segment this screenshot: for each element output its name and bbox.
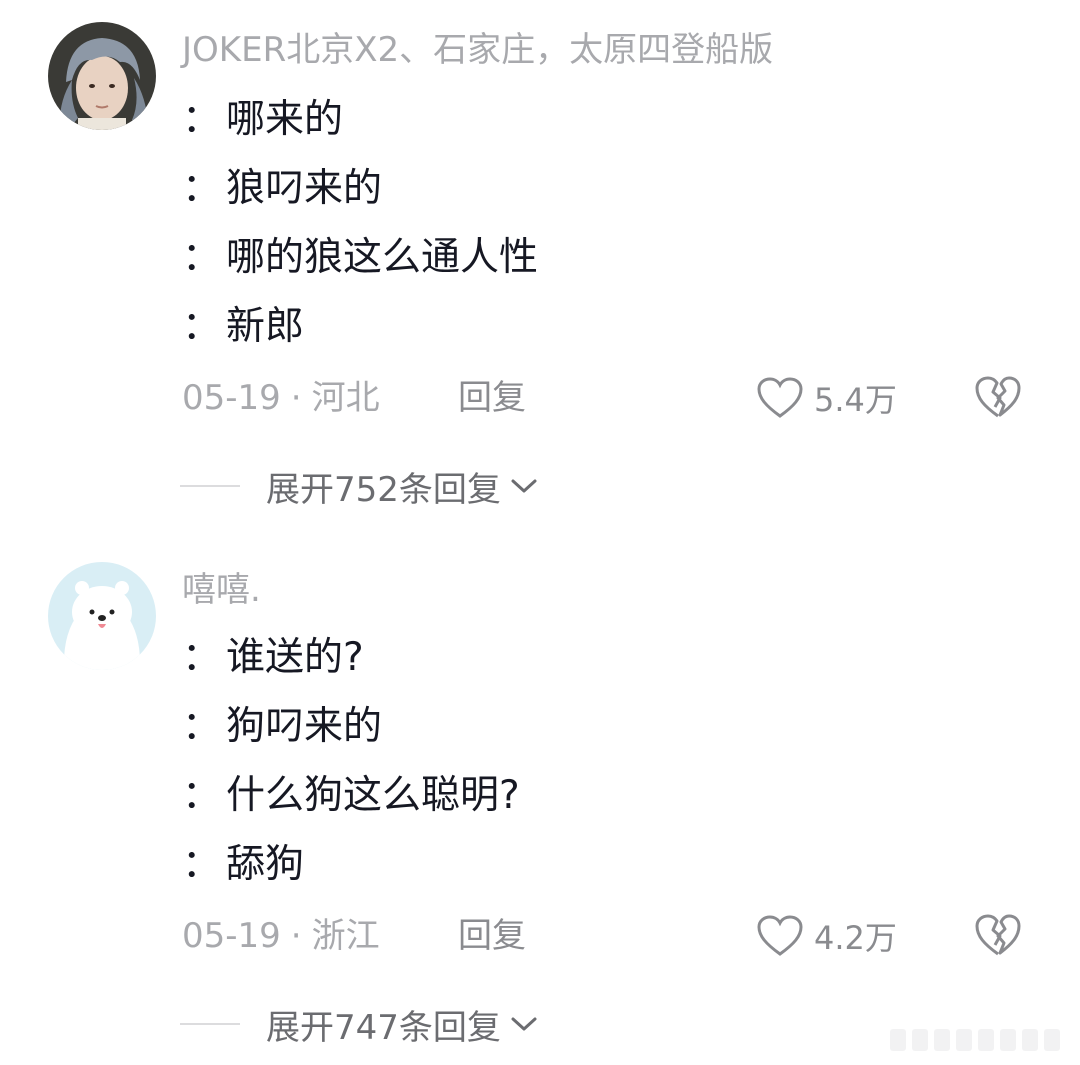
- watermark-glyph: [934, 1029, 950, 1051]
- watermark-glyph: [1044, 1029, 1060, 1051]
- comment-line-text: 狗叼来的: [226, 704, 383, 749]
- like-count: 5.4万: [814, 381, 897, 419]
- comment-date: 05-19: [182, 378, 281, 418]
- avatar[interactable]: [48, 22, 156, 130]
- expand-replies[interactable]: 展开747条回复: [180, 1002, 539, 1048]
- line-prefix: ：: [182, 842, 222, 887]
- comment-location: 河北: [311, 378, 380, 418]
- comment-line-text: 什么狗这么聪明?: [226, 773, 520, 818]
- line-prefix: ：: [182, 235, 222, 280]
- comment-line: ：什么狗这么聪明?: [182, 770, 520, 822]
- comment-username[interactable]: 嘻嘻.: [182, 568, 261, 612]
- dislike-button[interactable]: [974, 912, 1022, 960]
- chevron-down-icon: [511, 479, 537, 493]
- line-prefix: ：: [182, 773, 222, 818]
- watermark-glyph: [956, 1029, 972, 1051]
- watermark-glyph: [912, 1029, 928, 1051]
- expand-replies-label: 展开747条回复: [266, 1007, 501, 1048]
- comment-line-text: 谁送的?: [226, 635, 364, 680]
- comment-meta: 05-19 · 河北: [182, 376, 380, 420]
- comment-line: ：哪来的: [182, 94, 343, 146]
- comment-line-text: 哪来的: [226, 97, 344, 142]
- line-prefix: ：: [182, 97, 222, 142]
- watermark: [890, 1026, 1070, 1054]
- line-prefix: ：: [182, 304, 222, 349]
- chevron-down-icon: [511, 1017, 537, 1031]
- broken-heart-icon: [975, 376, 1021, 418]
- comment-line: ：谁送的?: [182, 632, 364, 684]
- divider: [180, 1023, 240, 1025]
- watermark-glyph: [1000, 1029, 1016, 1051]
- watermark-glyph: [890, 1029, 906, 1051]
- comment-line: ：狗叼来的: [182, 701, 382, 753]
- meta-separator: ·: [290, 916, 302, 956]
- line-prefix: ：: [182, 166, 222, 211]
- comment-meta: 05-19 · 浙江: [182, 914, 380, 958]
- watermark-glyph: [978, 1029, 994, 1051]
- line-prefix: ：: [182, 704, 222, 749]
- comment-line-text: 舔狗: [226, 842, 305, 887]
- heart-outline-icon: [757, 377, 803, 418]
- comment-line-text: 哪的狼这么通人性: [226, 235, 539, 280]
- heart-outline-icon: [757, 915, 803, 956]
- comment-line: ：狼叼来的: [182, 163, 382, 215]
- divider: [180, 485, 240, 487]
- line-prefix: ：: [182, 635, 222, 680]
- comment-line: ：哪的狼这么通人性: [182, 232, 538, 284]
- reply-button[interactable]: 回复: [458, 914, 526, 958]
- comment-username[interactable]: JOKER北京X2、石家庄，太原四登船版: [182, 28, 773, 72]
- comment-date: 05-19: [182, 916, 281, 956]
- expand-replies[interactable]: 展开752条回复: [180, 464, 539, 510]
- comment-line: ：舔狗: [182, 839, 304, 891]
- comment-line-text: 新郎: [226, 304, 305, 349]
- expand-replies-label: 展开752条回复: [266, 469, 501, 510]
- dislike-button[interactable]: [974, 374, 1022, 422]
- like-count: 4.2万: [814, 919, 897, 957]
- avatar-photo-icon: [48, 22, 156, 130]
- polar-bear-avatar-icon: [48, 562, 156, 670]
- avatar[interactable]: [48, 562, 156, 670]
- broken-heart-icon: [975, 914, 1021, 956]
- comment-location: 浙江: [311, 916, 380, 956]
- reply-button[interactable]: 回复: [458, 376, 526, 420]
- comment-line: ：新郎: [182, 301, 304, 353]
- like-button[interactable]: 4.2万: [756, 912, 897, 960]
- watermark-glyph: [1022, 1029, 1038, 1051]
- comment-line-text: 狼叼来的: [226, 166, 383, 211]
- like-button[interactable]: 5.4万: [756, 374, 897, 422]
- meta-separator: ·: [290, 378, 302, 418]
